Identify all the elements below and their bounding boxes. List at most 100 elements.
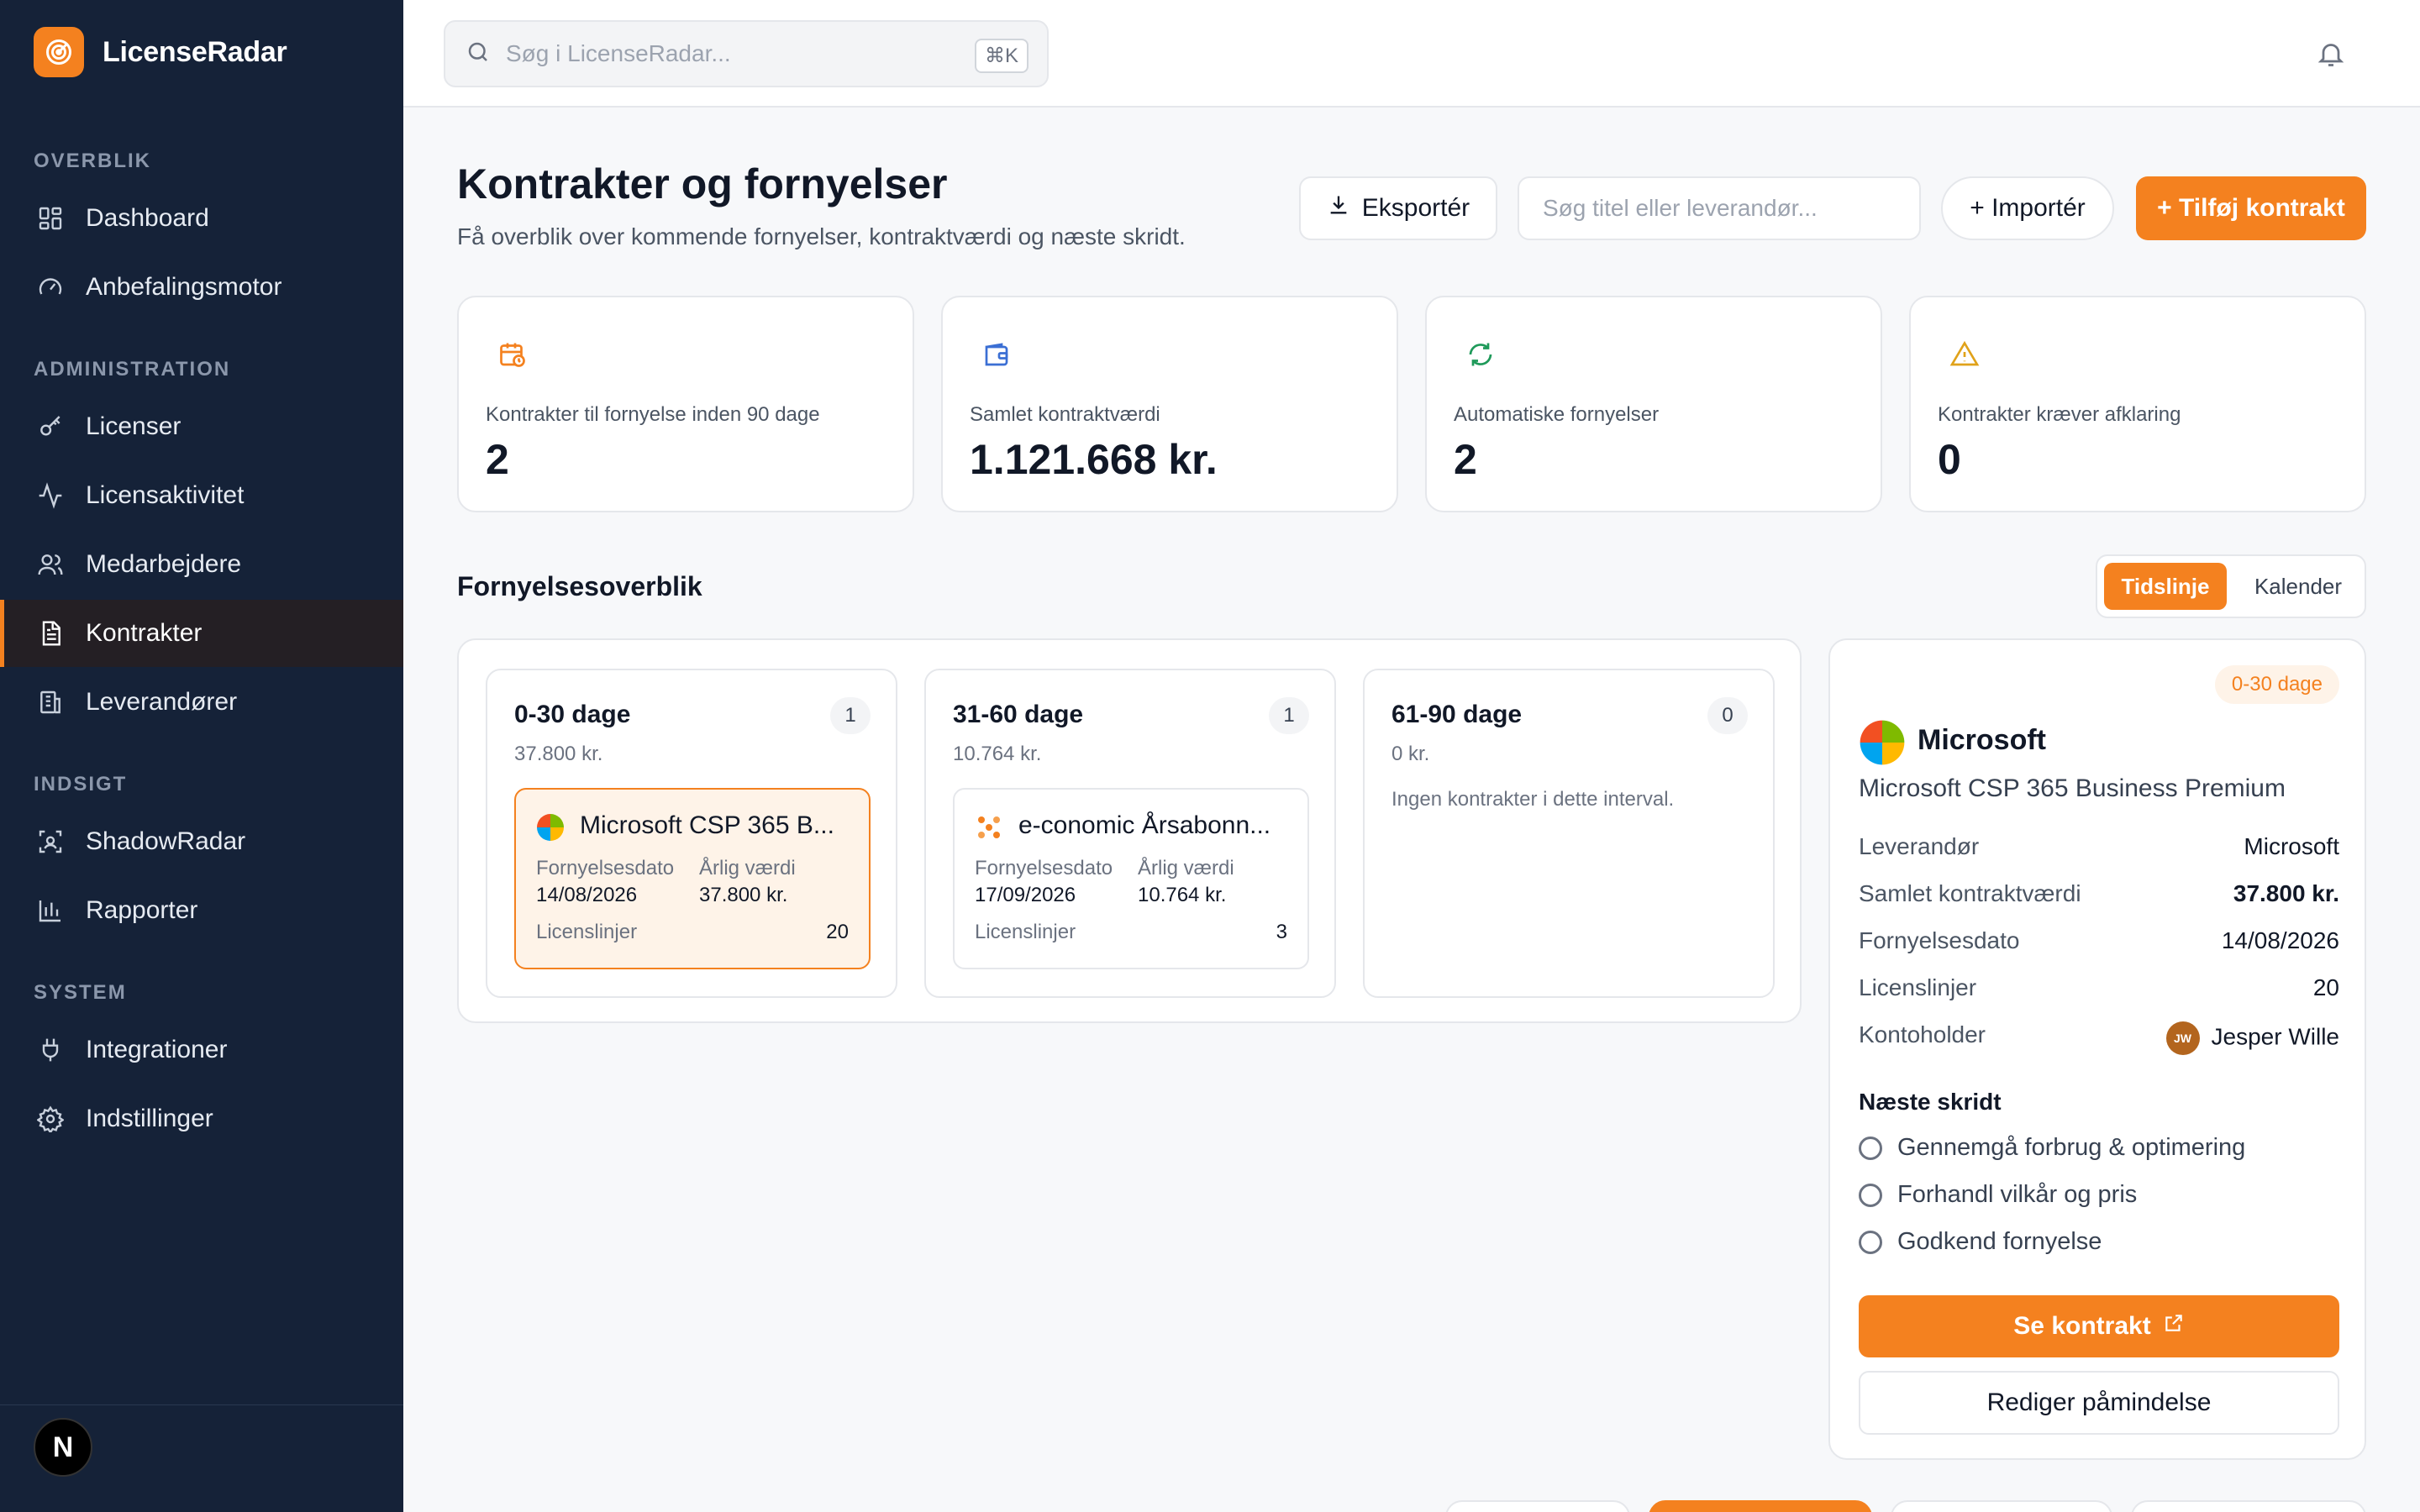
export-button[interactable]: Eksportér [1299,176,1497,240]
download-icon [1327,193,1350,223]
contract-name: Microsoft CSP 365 B... [580,811,834,839]
stat-label: Kontrakter kræver afklaring [1938,403,2181,426]
view-contract-button[interactable]: Se kontrakt [1859,1295,2339,1357]
shortcut-hint: ⌘K [974,39,1028,73]
e-conomic-logo-icon [975,813,1003,842]
sidebar-item-medarbejdere[interactable]: Medarbejdere [0,531,403,598]
column-title: 0-30 dage [514,701,631,728]
column-count-badge: 1 [830,697,871,734]
export-label: Eksportér [1361,194,1470,222]
avatar: JW [2165,1021,2200,1055]
sidebar-item-label: Leverandører [86,688,238,716]
stat-card-total-value: Samlet kontraktværdi 1.121.668 kr. [941,296,1398,512]
radio-icon [1859,1230,1882,1254]
nav-section-indsigt: INDSIGT [34,773,128,795]
license-lines-label: Licenslinjer [975,921,1076,943]
renewal-date-label: Fornyelsesdato [975,857,1113,879]
detail-value: 20 [2312,974,2339,1000]
sidebar-item-licenser[interactable]: Licenser [0,393,403,460]
contract-card[interactable]: e-conomic Årsabonn... Fornyelsesdato Årl… [953,788,1309,969]
refresh-icon [1465,339,1496,370]
pagination-button[interactable] [2131,1500,2366,1512]
radar-logo-icon [34,27,84,77]
column-0-30: 0-30 dage 1 37.800 kr. Microsoft CSP 365… [486,669,897,998]
next-step-label: Forhandl vilkår og pris [1897,1181,2138,1208]
stat-card-needs-clarification: Kontrakter kræver afklaring 0 [1909,296,2366,512]
detail-value: Microsoft [2244,833,2339,859]
contract-card[interactable]: Microsoft CSP 365 B... Fornyelsesdato År… [514,788,871,969]
sidebar-item-rapporter[interactable]: Rapporter [0,877,403,944]
nav-section-system: SYSTEM [34,981,127,1004]
add-contract-button[interactable]: + Tilføj kontrakt [2136,176,2366,240]
document-icon [35,618,66,648]
sidebar-item-leverandorer[interactable]: Leverandører [0,669,403,736]
radio-icon [1859,1183,1882,1207]
detail-value: 14/08/2026 [2221,927,2339,953]
detail-row-renewal-date: Fornyelsesdato 14/08/2026 [1859,927,2339,961]
pagination-button[interactable] [1445,1500,1630,1512]
sidebar-item-indstillinger[interactable]: Indstillinger [0,1085,403,1152]
page-title: Kontrakter og fornyelser [457,160,948,207]
next-steps-title: Næste skridt [1859,1089,2002,1115]
sidebar-item-label: Licensaktivitet [86,481,245,509]
detail-row-total-value: Samlet kontraktværdi 37.800 kr. [1859,880,2339,914]
global-search[interactable]: ⌘K [444,20,1049,87]
sidebar-item-dashboard[interactable]: Dashboard [0,185,403,252]
calendar-clock-icon [497,339,528,370]
sidebar-item-anbefalingsmotor[interactable]: Anbefalingsmotor [0,254,403,321]
sidebar-item-label: Integrationer [86,1036,228,1063]
next-step-label: Godkend fornyelse [1897,1228,2102,1255]
annual-value-label: Årlig værdi [699,857,796,879]
sidebar-item-shadowradar[interactable]: ShadowRadar [0,808,403,875]
bar-chart-icon [35,895,66,926]
next-step-item[interactable]: Godkend fornyelse [1859,1228,2102,1256]
user-avatar[interactable]: N [34,1418,92,1477]
scan-icon [35,827,66,857]
stat-value: 2 [1454,436,1477,483]
edit-reminder-button[interactable]: Rediger påmindelse [1859,1371,2339,1435]
nav-section-administration: ADMINISTRATION [34,358,231,381]
stat-label: Kontrakter til fornyelse inden 90 dage [486,403,820,426]
brand[interactable]: LicenseRadar [34,27,287,77]
sidebar-item-label: Indstillinger [86,1105,213,1132]
pagination-button-active[interactable] [1649,1500,1872,1512]
account-holder[interactable]: JW Jesper Wille [2165,1021,2339,1055]
view-timeline-tab[interactable]: Tidslinje [2104,563,2227,610]
import-button[interactable]: + Importér [1941,176,2114,240]
column-sum: 37.800 kr. [514,743,603,765]
next-step-item[interactable]: Gennemgå forbrug & optimering [1859,1134,2245,1162]
sidebar-item-licensaktivitet[interactable]: Licensaktivitet [0,462,403,529]
stat-card-renewals: Kontrakter til fornyelse inden 90 dage 2 [457,296,914,512]
sidebar-item-label: Medarbejdere [86,550,242,578]
column-title: 61-90 dage [1392,701,1523,728]
contract-filter-input[interactable] [1518,176,1921,240]
annual-value: 37.800 kr. [699,884,788,906]
sidebar-item-label: Anbefalingsmotor [86,273,282,301]
activity-icon [35,480,66,511]
page-subtitle: Få overblik over kommende fornyelser, ko… [457,223,1186,249]
wallet-icon [981,339,1012,370]
external-link-icon [2163,1312,2185,1341]
column-sum: 10.764 kr. [953,743,1042,765]
pagination-button[interactable] [1891,1500,2112,1512]
radio-icon [1859,1136,1882,1160]
bell-icon[interactable] [2311,34,2351,74]
app-name: LicenseRadar [103,35,287,68]
detail-key: Fornyelsesdato [1859,927,2020,953]
sidebar: LicenseRadar OVERBLIK Dashboard Anbefali… [0,0,403,1512]
view-toggle: Tidslinje Kalender [2096,554,2366,618]
annual-value: 10.764 kr. [1138,884,1227,906]
stat-value: 2 [486,436,509,483]
detail-key: Samlet kontraktværdi [1859,880,2081,906]
plug-icon [35,1035,66,1065]
stat-card-auto-renewals: Automatiske fornyelser 2 [1425,296,1882,512]
sidebar-item-integrationer[interactable]: Integrationer [0,1016,403,1084]
interval-badge: 0-30 dage [2214,665,2339,704]
column-count-badge: 1 [1269,697,1309,734]
view-calendar-tab[interactable]: Kalender [2237,563,2360,610]
detail-key: Leverandør [1859,833,1980,859]
sidebar-item-kontrakter[interactable]: Kontrakter [0,600,403,667]
detail-row-account-holder: Kontoholder JW Jesper Wille [1859,1021,2339,1055]
global-search-input[interactable] [506,40,943,67]
next-step-item[interactable]: Forhandl vilkår og pris [1859,1181,2137,1209]
